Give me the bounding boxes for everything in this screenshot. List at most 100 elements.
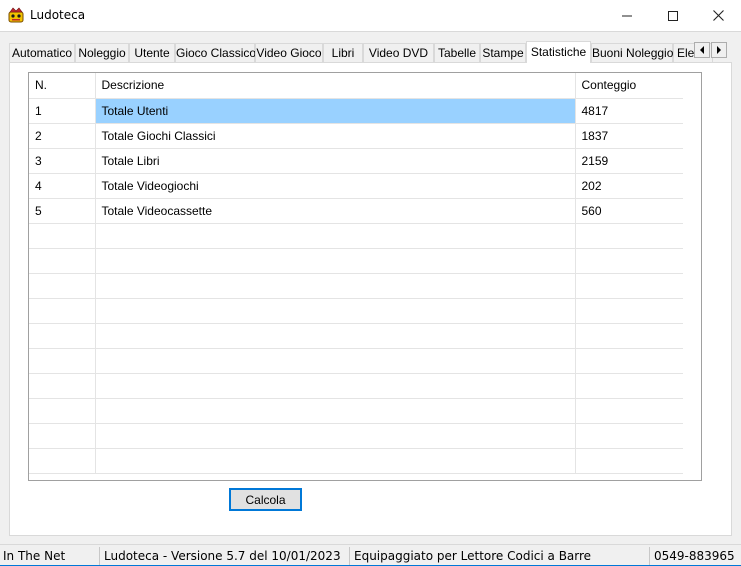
tab-label: Video DVD [368, 46, 429, 60]
cell-descrizione[interactable]: Totale Utenti [95, 98, 576, 124]
cell-empty[interactable] [575, 323, 684, 349]
tab-label: Buoni Noleggio [592, 46, 674, 60]
cell-descrizione[interactable]: Totale Libri [95, 148, 576, 174]
table-row[interactable]: 4 Totale Videogiochi 202 [29, 173, 684, 199]
cell-empty[interactable] [95, 323, 576, 349]
tab-video-dvd[interactable]: Video DVD [363, 43, 434, 63]
cell-n[interactable]: 5 [29, 198, 96, 224]
tab-label: Utente [134, 46, 170, 60]
status-version: Ludoteca - Versione 5.7 del 10/01/2023 [104, 549, 341, 563]
tab-buoni-noleggio[interactable]: Buoni Noleggio [591, 43, 673, 63]
tab-statistiche[interactable]: Statistiche [526, 41, 591, 63]
cell-n[interactable]: 2 [29, 123, 96, 149]
cell-empty[interactable] [575, 373, 684, 399]
maximize-icon [668, 10, 678, 21]
cell-n[interactable]: 1 [29, 98, 96, 124]
cell-conteggio[interactable]: 202 [575, 173, 684, 199]
table-row-empty[interactable] [29, 248, 684, 274]
arrow-right-icon [716, 46, 722, 54]
cell-conteggio[interactable]: 4817 [575, 98, 684, 124]
tab-label: Statistiche [530, 45, 587, 59]
table-row[interactable]: 3 Totale Libri 2159 [29, 148, 684, 174]
table-row-empty[interactable] [29, 423, 684, 449]
cell-empty[interactable] [29, 373, 96, 399]
cell-n[interactable]: 4 [29, 173, 96, 199]
tab-tabelle[interactable]: Tabelle [434, 43, 480, 63]
tab-gioco-classico[interactable]: Gioco Classico [175, 43, 256, 63]
close-button[interactable] [695, 0, 741, 31]
cell-empty[interactable] [575, 223, 684, 249]
cell-conteggio[interactable]: 1837 [575, 123, 684, 149]
cell-empty[interactable] [575, 348, 684, 374]
tab-label: Noleggio [78, 46, 126, 60]
cell-empty[interactable] [575, 423, 684, 449]
cell-empty[interactable] [575, 273, 684, 299]
status-separator [99, 547, 100, 565]
tab-strip: Automatico Noleggio Utente Gioco Classic… [9, 41, 727, 63]
tab-libri[interactable]: Libri [323, 43, 363, 63]
calcola-button[interactable]: Calcola [229, 488, 302, 511]
cell-empty[interactable] [29, 223, 96, 249]
cell-empty[interactable] [575, 448, 684, 474]
status-phone: 0549-883965 [654, 549, 735, 563]
cell-empty[interactable] [575, 248, 684, 274]
column-header-descrizione[interactable]: Descrizione [95, 73, 576, 99]
cell-descrizione[interactable]: Totale Videogiochi [95, 173, 576, 199]
cell-empty[interactable] [95, 373, 576, 399]
cell-empty[interactable] [95, 448, 576, 474]
title-bar: Ludoteca [0, 0, 741, 31]
table-row-empty[interactable] [29, 348, 684, 374]
cell-empty[interactable] [29, 423, 96, 449]
client-area: Automatico Noleggio Utente Gioco Classic… [0, 31, 741, 544]
cell-empty[interactable] [95, 348, 576, 374]
table-row[interactable]: 2 Totale Giochi Classici 1837 [29, 123, 684, 149]
cell-conteggio[interactable]: 2159 [575, 148, 684, 174]
cell-empty[interactable] [95, 298, 576, 324]
status-company: In The Net [3, 549, 66, 563]
minimize-button[interactable] [604, 0, 650, 31]
cell-empty[interactable] [575, 398, 684, 424]
table-row[interactable]: 5 Totale Videocassette 560 [29, 198, 684, 224]
table-row[interactable]: 1 Totale Utenti 4817 [29, 98, 684, 124]
tab-noleggio[interactable]: Noleggio [75, 43, 129, 63]
cell-empty[interactable] [29, 248, 96, 274]
tab-scroll-right-button[interactable] [711, 42, 727, 58]
close-icon [712, 10, 724, 21]
table-row-empty[interactable] [29, 448, 684, 474]
tab-stampe[interactable]: Stampe [480, 43, 526, 63]
cell-empty[interactable] [29, 398, 96, 424]
arrow-left-icon [699, 46, 705, 54]
tab-scroll-left-button[interactable] [694, 42, 710, 58]
cell-empty[interactable] [95, 423, 576, 449]
table-row-empty[interactable] [29, 373, 684, 399]
tab-automatico[interactable]: Automatico [9, 43, 75, 63]
cell-empty[interactable] [29, 298, 96, 324]
cell-descrizione[interactable]: Totale Giochi Classici [95, 123, 576, 149]
cell-empty[interactable] [29, 448, 96, 474]
cell-conteggio[interactable]: 560 [575, 198, 684, 224]
table-row-empty[interactable] [29, 298, 684, 324]
cell-empty[interactable] [95, 398, 576, 424]
cell-descrizione[interactable]: Totale Videocassette [95, 198, 576, 224]
statistics-grid[interactable]: N. Descrizione Conteggio 1 Totale Utenti 4… [28, 72, 702, 481]
cell-empty[interactable] [95, 273, 576, 299]
grid-header-row: N. Descrizione Conteggio [29, 73, 684, 99]
cell-empty[interactable] [29, 348, 96, 374]
table-row-empty[interactable] [29, 323, 684, 349]
maximize-button[interactable] [650, 0, 696, 31]
cell-n[interactable]: 3 [29, 148, 96, 174]
table-row-empty[interactable] [29, 273, 684, 299]
tab-utente[interactable]: Utente [129, 43, 175, 63]
tab-label: Automatico [11, 46, 73, 60]
cell-empty[interactable] [95, 248, 576, 274]
cell-empty[interactable] [29, 273, 96, 299]
column-header-n[interactable]: N. [29, 73, 96, 99]
cell-empty[interactable] [575, 298, 684, 324]
cell-empty[interactable] [95, 223, 576, 249]
table-row-empty[interactable] [29, 223, 684, 249]
status-bar: In The Net Ludoteca - Versione 5.7 del 1… [0, 544, 741, 566]
tab-video-gioco[interactable]: Video Gioco [255, 43, 323, 63]
table-row-empty[interactable] [29, 398, 684, 424]
cell-empty[interactable] [29, 323, 96, 349]
column-header-conteggio[interactable]: Conteggio [575, 73, 684, 99]
